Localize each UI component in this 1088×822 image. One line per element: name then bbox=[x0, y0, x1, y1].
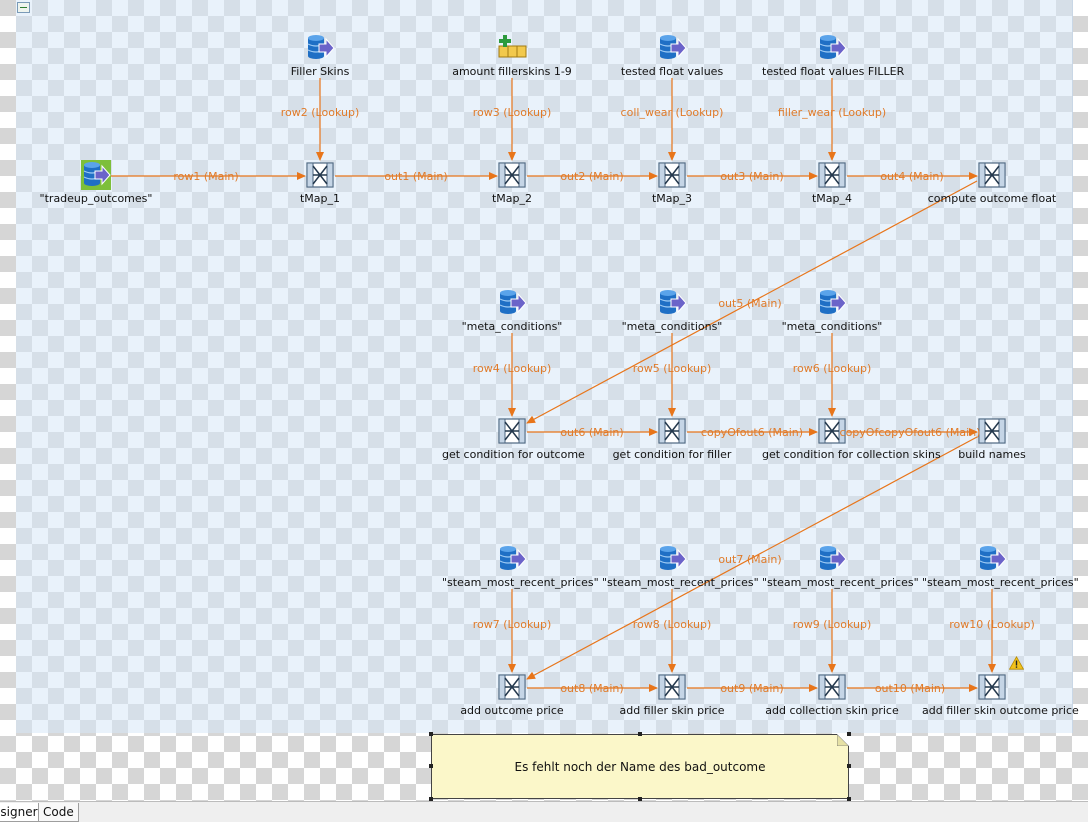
component-label: add filler skin outcome price bbox=[922, 704, 1079, 717]
component-tmap-1[interactable]: tMap_1 bbox=[250, 160, 390, 205]
editor-tab-bar: esigner Code bbox=[0, 801, 1088, 822]
database-input-icon bbox=[497, 288, 527, 318]
connection-label[interactable]: out5 (Main) bbox=[718, 297, 781, 310]
component-label: build names bbox=[958, 448, 1026, 461]
connection-label[interactable]: out2 (Main) bbox=[560, 170, 623, 183]
connection-label[interactable]: row7 (Lookup) bbox=[473, 618, 551, 631]
resize-handle[interactable] bbox=[847, 732, 851, 736]
component-label: "steam_most_recent_prices" bbox=[922, 576, 1079, 589]
resize-handle[interactable] bbox=[429, 732, 433, 736]
database-input-icon bbox=[305, 33, 335, 63]
database-input-icon bbox=[657, 288, 687, 318]
connection-label[interactable]: row1 (Main) bbox=[173, 170, 238, 183]
component-label: "steam_most_recent_prices" bbox=[602, 576, 759, 589]
component-label: "steam_most_recent_prices" bbox=[762, 576, 919, 589]
component-label: tested float values FILLER bbox=[762, 65, 905, 78]
resize-handle[interactable] bbox=[638, 732, 642, 736]
database-input-icon bbox=[977, 544, 1007, 574]
connection-label[interactable]: row6 (Lookup) bbox=[793, 362, 871, 375]
component-label: tMap_1 bbox=[299, 192, 341, 205]
warning-icon bbox=[1009, 656, 1024, 670]
tmap-icon bbox=[657, 160, 687, 190]
component-filler-skins[interactable]: Filler Skins bbox=[250, 33, 390, 78]
tab-designer[interactable]: esigner bbox=[0, 803, 43, 822]
database-input-icon bbox=[817, 544, 847, 574]
database-input-icon bbox=[817, 288, 847, 318]
connection-label[interactable]: out3 (Main) bbox=[720, 170, 783, 183]
tmap-icon bbox=[977, 672, 1007, 702]
component-label: "meta_conditions" bbox=[621, 320, 723, 333]
component-label: tMap_2 bbox=[491, 192, 533, 205]
connection-label[interactable]: row3 (Lookup) bbox=[473, 106, 551, 119]
tmap-icon bbox=[977, 160, 1007, 190]
resize-handle[interactable] bbox=[847, 764, 851, 768]
component-meta-conditions-3[interactable]: "meta_conditions" bbox=[762, 288, 902, 333]
connection-label[interactable]: row4 (Lookup) bbox=[473, 362, 551, 375]
component-steam-prices-1[interactable]: "steam_most_recent_prices" bbox=[442, 544, 599, 589]
component-steam-prices-4[interactable]: "steam_most_recent_prices" bbox=[922, 544, 1079, 589]
component-label: get condition for filler bbox=[612, 448, 732, 461]
connection-label[interactable]: copyOfout6 (Main) bbox=[701, 426, 803, 439]
component-label: compute outcome float bbox=[927, 192, 1057, 205]
component-tested-float-values[interactable]: tested float values bbox=[602, 33, 742, 78]
component-label: add filler skin price bbox=[619, 704, 725, 717]
component-label: add outcome price bbox=[460, 704, 564, 717]
component-label: "tradeup_outcomes" bbox=[39, 192, 153, 205]
resize-handle[interactable] bbox=[429, 764, 433, 768]
connection-label[interactable]: row9 (Lookup) bbox=[793, 618, 871, 631]
connection-label[interactable]: out7 (Main) bbox=[718, 553, 781, 566]
database-input-icon bbox=[817, 33, 847, 63]
connection-label[interactable]: row8 (Lookup) bbox=[633, 618, 711, 631]
connection-label[interactable]: row10 (Lookup) bbox=[949, 618, 1034, 631]
connection-label[interactable]: out9 (Main) bbox=[720, 682, 783, 695]
database-input-icon bbox=[497, 544, 527, 574]
tmap-icon bbox=[817, 160, 847, 190]
row-generator-icon bbox=[497, 33, 527, 63]
sticky-note[interactable]: Es fehlt noch der Name des bad_outcome bbox=[429, 732, 851, 801]
connection-label[interactable]: copyOfcopyOfout6 (Main) bbox=[840, 426, 981, 439]
connection-label[interactable]: out4 (Main) bbox=[880, 170, 943, 183]
tmap-icon bbox=[497, 672, 527, 702]
tmap-icon bbox=[657, 672, 687, 702]
tmap-icon bbox=[497, 416, 527, 446]
component-label: "meta_conditions" bbox=[461, 320, 563, 333]
tmap-icon bbox=[817, 672, 847, 702]
connection-label[interactable]: out1 (Main) bbox=[384, 170, 447, 183]
connection-label[interactable]: row2 (Lookup) bbox=[281, 106, 359, 119]
component-tradeup-outcomes[interactable]: "tradeup_outcomes" bbox=[26, 160, 166, 205]
component-tested-float-values-filler[interactable]: tested float values FILLER bbox=[762, 33, 905, 78]
component-label: Filler Skins bbox=[290, 65, 350, 78]
database-input-icon bbox=[657, 544, 687, 574]
component-label: get condition for collection skins bbox=[762, 448, 941, 461]
component-label: tMap_4 bbox=[811, 192, 853, 205]
component-amount-fillerskins[interactable]: amount fillerskins 1-9 bbox=[442, 33, 582, 78]
connection-label[interactable]: out10 (Main) bbox=[875, 682, 945, 695]
component-label: "meta_conditions" bbox=[781, 320, 883, 333]
component-label: tMap_3 bbox=[651, 192, 693, 205]
component-label: "steam_most_recent_prices" bbox=[442, 576, 599, 589]
tmap-icon bbox=[497, 160, 527, 190]
note-text: Es fehlt noch der Name des bad_outcome bbox=[514, 759, 766, 774]
component-meta-conditions-2[interactable]: "meta_conditions" bbox=[602, 288, 742, 333]
component-label: tested float values bbox=[620, 65, 724, 78]
database-input-icon bbox=[81, 160, 111, 190]
connection-label[interactable]: row5 (Lookup) bbox=[633, 362, 711, 375]
component-label: amount fillerskins 1-9 bbox=[452, 65, 572, 78]
connection-label[interactable]: filler_wear (Lookup) bbox=[778, 106, 886, 119]
connection-label[interactable]: out8 (Main) bbox=[560, 682, 623, 695]
component-label: get condition for outcome bbox=[442, 448, 585, 461]
tmap-icon bbox=[657, 416, 687, 446]
component-steam-prices-3[interactable]: "steam_most_recent_prices" bbox=[762, 544, 919, 589]
connection-label[interactable]: coll_wear (Lookup) bbox=[621, 106, 724, 119]
database-input-icon bbox=[657, 33, 687, 63]
tmap-icon bbox=[305, 160, 335, 190]
component-label: add collection skin price bbox=[765, 704, 899, 717]
tmap-icon bbox=[977, 416, 1007, 446]
component-steam-prices-2[interactable]: "steam_most_recent_prices" bbox=[602, 544, 759, 589]
tab-code[interactable]: Code bbox=[38, 803, 79, 822]
component-meta-conditions-1[interactable]: "meta_conditions" bbox=[442, 288, 582, 333]
connection-label[interactable]: out6 (Main) bbox=[560, 426, 623, 439]
